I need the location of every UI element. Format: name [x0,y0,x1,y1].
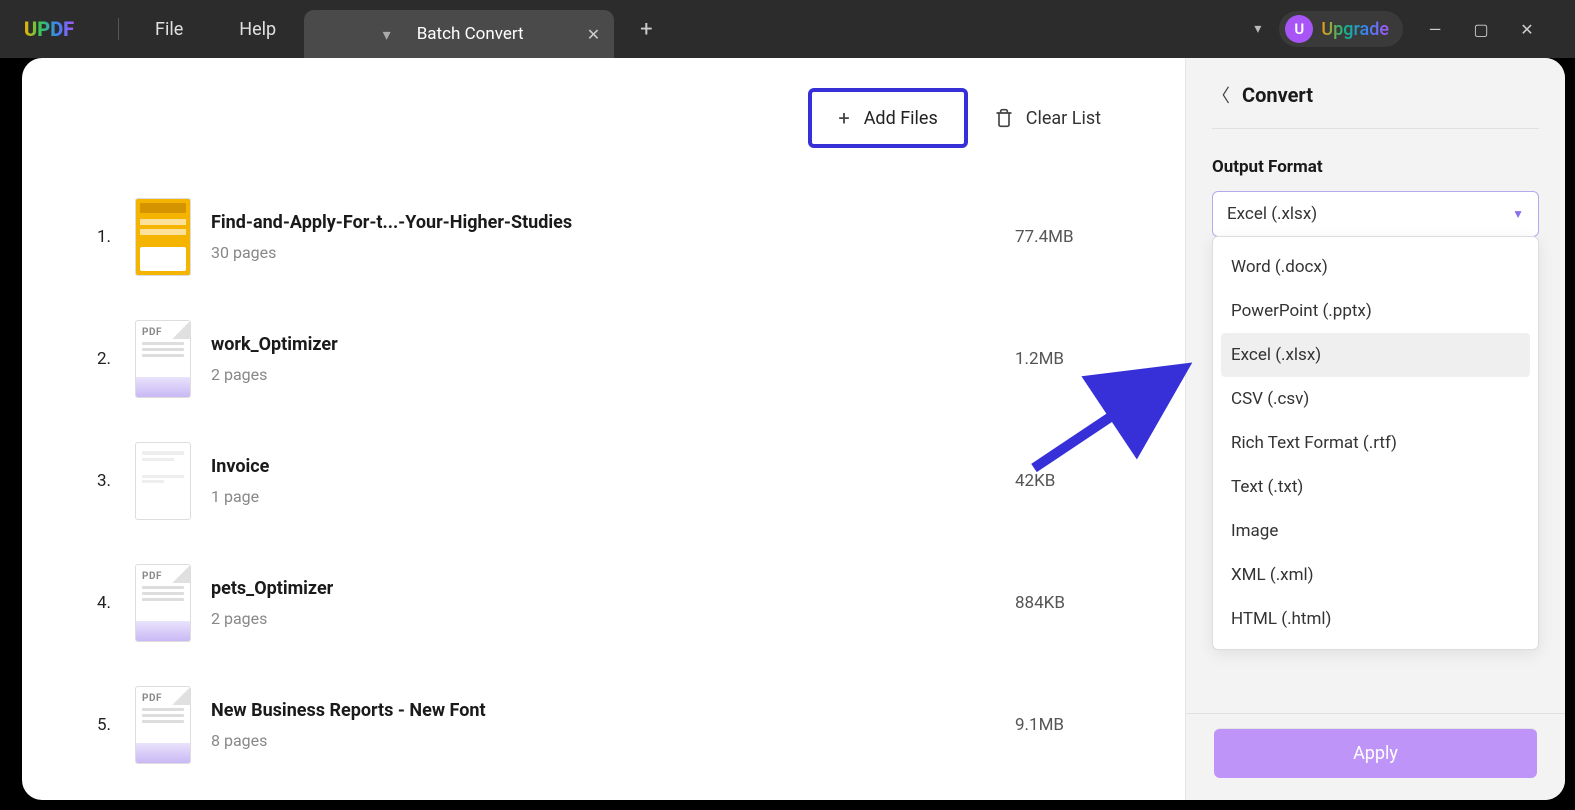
file-info: Find-and-Apply-For-t...-Your-Higher-Stud… [211,212,1015,262]
file-name: Invoice [211,456,1015,477]
minimize-icon[interactable]: — [1421,20,1449,39]
divider [1186,713,1565,714]
clear-list-label: Clear List [1026,108,1101,129]
back-icon[interactable]: 〈 [1212,82,1230,108]
file-size: 884KB [1015,593,1135,613]
tab-close-icon[interactable]: ✕ [587,25,600,44]
file-index: 5. [97,715,135,735]
file-index: 1. [97,227,135,247]
tab-dropdown-icon[interactable]: ▾ [383,25,391,44]
file-pages: 1 page [211,487,1015,506]
dropdown-option[interactable]: Image [1221,509,1530,553]
file-row[interactable]: 2.PDF work_Optimizer 2 pages1.2MB [97,298,1135,420]
file-row[interactable]: 4.PDF pets_Optimizer 2 pages884KB [97,542,1135,664]
window-dropdown-icon[interactable]: ▾ [1254,21,1261,37]
file-size: 77.4MB [1015,227,1135,247]
file-thumbnail [135,198,191,276]
menu-help[interactable]: Help [211,19,304,40]
file-info: Invoice 1 page [211,456,1015,506]
file-info: New Business Reports - New Font 8 pages [211,700,1015,750]
file-info: work_Optimizer 2 pages [211,334,1015,384]
file-index: 3. [97,471,135,491]
add-files-button[interactable]: + Add Files [808,88,967,148]
svg-text:UPDF: UPDF [24,17,74,41]
dropdown-option[interactable]: HTML (.html) [1221,597,1530,641]
file-name: work_Optimizer [211,334,1015,355]
file-size: 9.1MB [1015,715,1135,735]
upgrade-button[interactable]: U Upgrade [1279,11,1403,47]
file-pages: 8 pages [211,731,1015,750]
file-size: 42KB [1015,471,1135,491]
add-files-label: Add Files [864,108,938,129]
dropdown-option[interactable]: PowerPoint (.pptx) [1221,289,1530,333]
output-format-select[interactable]: Excel (.xlsx) ▼ [1212,191,1539,237]
file-pages: 2 pages [211,365,1015,384]
dropdown-option[interactable]: Rich Text Format (.rtf) [1221,421,1530,465]
avatar: U [1285,15,1313,43]
close-icon[interactable]: ✕ [1513,20,1541,39]
file-index: 2. [97,349,135,369]
dropdown-option[interactable]: Word (.docx) [1221,245,1530,289]
file-row[interactable]: 1. Find-and-Apply-For-t...-Your-Higher-St… [97,176,1135,298]
file-info: pets_Optimizer 2 pages [211,578,1015,628]
file-pages: 30 pages [211,243,1015,262]
dropdown-option[interactable]: XML (.xml) [1221,553,1530,597]
file-list-panel: + Add Files Clear List 1. Find-and-Apply-… [22,58,1185,800]
file-pages: 2 pages [211,609,1015,628]
file-row[interactable]: 5.PDF New Business Reports - New Font 8 pa… [97,664,1135,786]
app-logo: UPDF [24,17,82,41]
menu-file[interactable]: File [127,19,211,40]
file-thumbnail: PDF [135,564,191,642]
dropdown-option[interactable]: Text (.txt) [1221,465,1530,509]
file-list: 1. Find-and-Apply-For-t...-Your-Higher-St… [97,176,1135,786]
output-format-label: Output Format [1212,157,1539,177]
new-tab-button[interactable]: + [614,17,678,42]
file-index: 4. [97,593,135,613]
trash-icon [994,108,1014,128]
file-name: Find-and-Apply-For-t...-Your-Higher-Stud… [211,212,1015,233]
file-name: New Business Reports - New Font [211,700,1015,721]
apply-button[interactable]: Apply [1214,728,1537,778]
dropdown-option[interactable]: Excel (.xlsx) [1221,333,1530,377]
tab-batch-convert[interactable]: ▾ Batch Convert ✕ [304,10,614,58]
file-row[interactable]: 3. Invoice 1 page42KB [97,420,1135,542]
file-name: pets_Optimizer [211,578,1015,599]
file-thumbnail: PDF [135,320,191,398]
file-size: 1.2MB [1015,349,1135,369]
file-thumbnail: PDF [135,686,191,764]
title-bar: UPDF File Help ▾ Batch Convert ✕ + ▾ U U… [0,0,1575,58]
select-value: Excel (.xlsx) [1227,204,1317,224]
file-thumbnail [135,442,191,520]
upgrade-label: Upgrade [1321,19,1389,40]
output-format-dropdown: Word (.docx)PowerPoint (.pptx)Excel (.xl… [1212,236,1539,650]
caret-down-icon: ▼ [1512,207,1524,221]
sidebar-title: Convert [1242,83,1313,107]
plus-icon: + [838,106,849,130]
tab-title: Batch Convert [417,24,524,44]
menu-divider [118,18,119,40]
clear-list-button[interactable]: Clear List [994,108,1101,129]
dropdown-option[interactable]: CSV (.csv) [1221,377,1530,421]
maximize-icon[interactable]: ▢ [1467,20,1495,39]
convert-sidebar: 〈 Convert Output Format Excel (.xlsx) ▼ … [1185,58,1565,800]
